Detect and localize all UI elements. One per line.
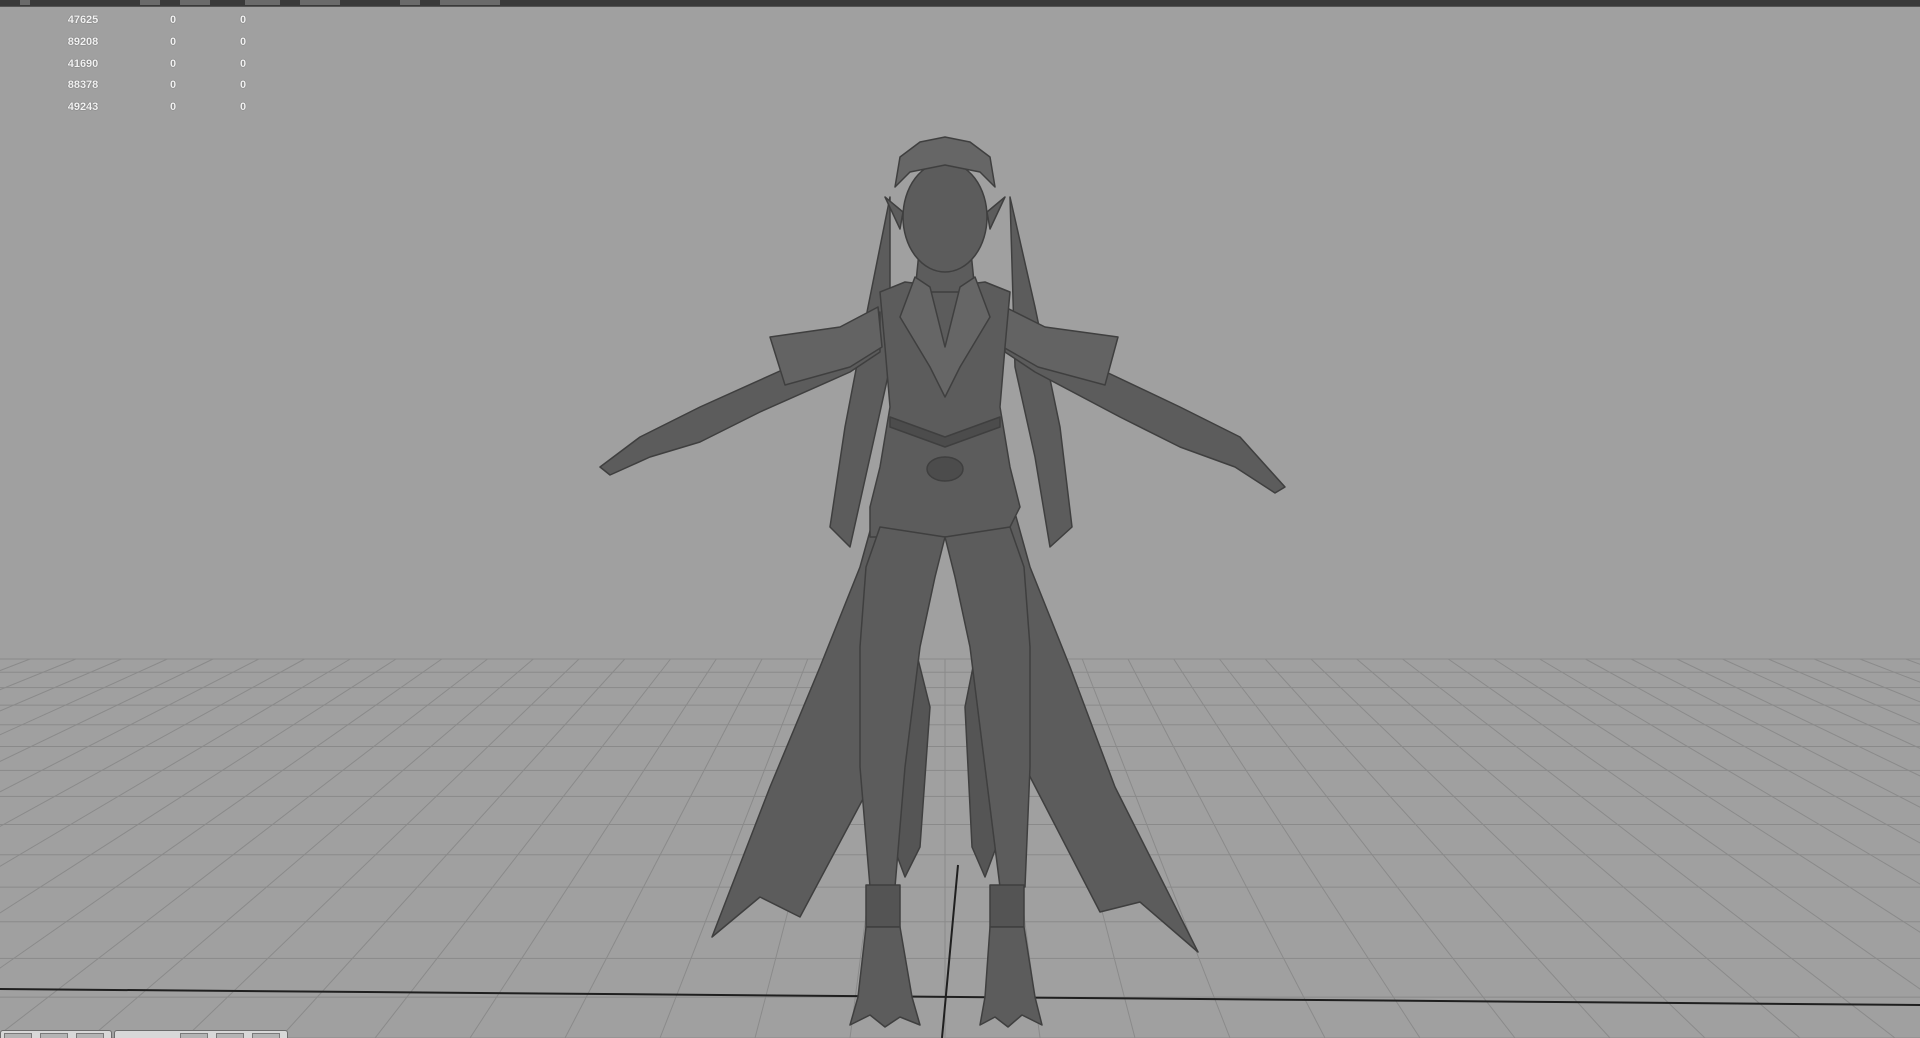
shelf-button[interactable] [40,1033,68,1038]
hud-value: 89208 [67,35,99,48]
grid-line [1219,658,1516,1038]
grid-line [1356,658,1801,1038]
grid-line [374,658,671,1038]
toolbar-icon[interactable] [400,0,420,5]
grid-line [1173,658,1421,1038]
hud-value: 0 [239,35,247,48]
grid-line [0,658,77,691]
grid-line [0,658,168,736]
grid-line [279,658,626,1038]
shelf-button[interactable] [4,1033,32,1038]
hud-row: 89208 0 0 [28,36,278,58]
grid-line [1859,658,1920,683]
hud-value: 47625 [67,14,99,26]
hud-row: 49243 0 0 [28,101,278,123]
status-toolbar [0,0,1920,7]
grid-line [1813,658,1920,703]
hud-value: 49243 [67,101,99,114]
hud-value: 0 [239,14,247,26]
toolbar-icon[interactable] [140,0,160,5]
toolbar-icon[interactable] [300,0,340,5]
character-model [599,136,1286,1028]
3d-viewport[interactable]: 47625 0 0 89208 0 0 41690 0 0 88378 0 0 … [0,7,1920,1038]
grid-line [0,658,214,763]
grid-line [0,658,260,793]
maya-app: 47625 0 0 89208 0 0 41690 0 0 88378 0 0 … [0,0,1920,1038]
hud-value: 0 [169,57,177,70]
grid-axis-lines [0,864,1920,1038]
hud-value: 88378 [67,79,99,92]
grid-line [0,658,351,867]
grid-line [1768,658,1920,725]
grid-line [564,658,763,1038]
grid-line [1127,658,1326,1038]
hud-value: 0 [169,101,177,114]
grid-line [184,658,580,1038]
shelf-button[interactable] [180,1033,208,1038]
grid-line [0,658,397,914]
shelf-bar [0,1030,300,1038]
shelf-button[interactable] [76,1033,104,1038]
shelf-button[interactable] [252,1033,280,1038]
hud-value: 0 [239,57,247,70]
grid-line [1264,658,1611,1038]
hud-stats: 47625 0 0 89208 0 0 41690 0 0 88378 0 0 … [28,14,278,123]
grid-line [0,658,31,672]
toolbar-icon[interactable] [180,0,210,5]
hud-value: 0 [169,79,177,92]
hud-row: 41690 0 0 [28,58,278,80]
grid-line [469,658,717,1038]
hud-value: 0 [239,79,247,92]
hud-value: 41690 [67,57,99,70]
grid-line [89,658,534,1038]
hud-value: 0 [239,101,247,114]
ground-grid [0,658,1920,1038]
hud-value: 0 [169,35,177,48]
grid-line [1905,658,1920,665]
grid-line [1539,658,1920,885]
grid-line [1676,658,1920,777]
grid-line [0,658,122,712]
grid-line [1402,658,1896,1038]
grid-line [1310,658,1706,1038]
viewport-scene [0,136,1920,1038]
hud-value: 0 [169,14,177,26]
toolbar-icon[interactable] [440,0,500,5]
shelf-button[interactable] [216,1033,244,1038]
hud-row: 88378 0 0 [28,79,278,101]
grid-line [1630,658,1920,808]
hud-row: 47625 0 0 [28,14,278,36]
toolbar-icon[interactable] [245,0,280,5]
grid-line [0,658,305,827]
grid-line [0,658,443,969]
toolbar-icon[interactable] [20,0,30,5]
